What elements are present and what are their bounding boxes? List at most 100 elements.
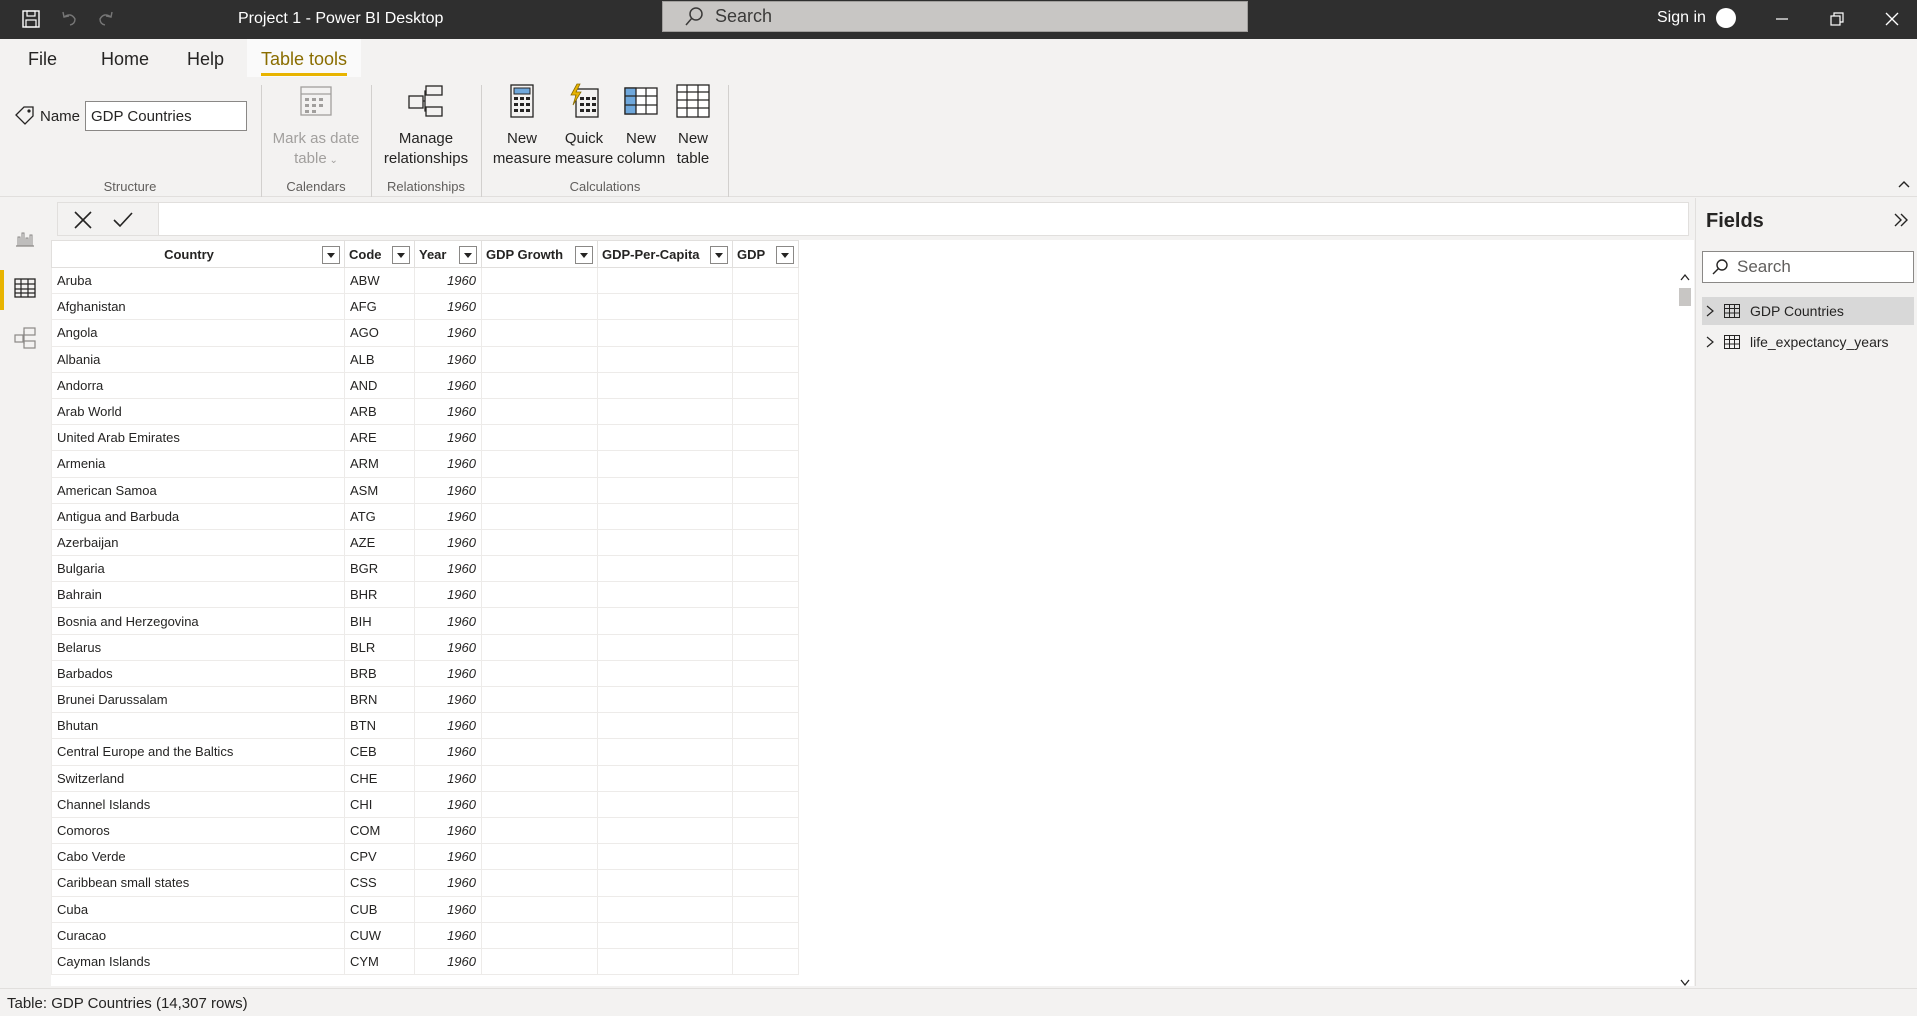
cell-code[interactable]: CUW — [344, 922, 415, 949]
cell-year[interactable]: 1960 — [414, 267, 482, 295]
cell-code[interactable]: CHE — [344, 765, 415, 792]
cell-gdp-per-capita[interactable] — [597, 372, 733, 399]
cell-year[interactable]: 1960 — [414, 398, 482, 426]
cell-year[interactable]: 1960 — [414, 791, 482, 818]
cell-gdp[interactable] — [732, 503, 799, 530]
cell-gdp-per-capita[interactable] — [597, 686, 733, 714]
collapse-ribbon-icon[interactable] — [1898, 176, 1910, 194]
table-row[interactable]: Cuba CUB 1960 — [51, 896, 799, 923]
cell-year[interactable]: 1960 — [414, 948, 482, 976]
field-table-gdp-countries[interactable]: GDP Countries — [1702, 297, 1914, 325]
cell-country[interactable]: Central Europe and the Baltics — [51, 738, 345, 766]
sign-in-link[interactable]: Sign in — [1657, 9, 1706, 27]
tab-file[interactable]: File — [28, 49, 57, 70]
field-table-life-expectancy[interactable]: life_expectancy_years — [1702, 328, 1914, 356]
table-row[interactable]: Arab World ARB 1960 — [51, 398, 799, 426]
cell-code[interactable]: BGR — [344, 555, 415, 583]
cell-code[interactable]: ABW — [344, 267, 415, 295]
cell-gdp-growth[interactable] — [481, 529, 598, 557]
cell-country[interactable]: Caribbean small states — [51, 869, 345, 897]
cell-country[interactable]: Switzerland — [51, 765, 345, 792]
cell-gdp[interactable] — [732, 267, 799, 295]
cell-code[interactable]: BRN — [344, 686, 415, 714]
mark-as-date-table-button[interactable]: Mark as date table ⌄ — [268, 83, 364, 171]
cell-code[interactable]: AND — [344, 372, 415, 399]
cell-code[interactable]: ARM — [344, 450, 415, 478]
cell-year[interactable]: 1960 — [414, 738, 482, 766]
cell-code[interactable]: COM — [344, 817, 415, 845]
table-name-input[interactable] — [85, 101, 247, 131]
tab-help[interactable]: Help — [187, 49, 224, 70]
cell-code[interactable]: ATG — [344, 503, 415, 530]
cell-gdp-growth[interactable] — [481, 424, 598, 452]
cell-gdp-growth[interactable] — [481, 922, 598, 949]
cell-year[interactable]: 1960 — [414, 293, 482, 321]
quick-measure-button[interactable]: Quick measure — [550, 83, 618, 169]
column-header-gdp-per-capita[interactable]: GDP-Per-Capita — [597, 240, 733, 268]
cell-year[interactable]: 1960 — [414, 922, 482, 949]
column-header-country[interactable]: Country — [51, 240, 345, 268]
cell-country[interactable]: Bhutan — [51, 712, 345, 740]
column-header-code[interactable]: Code — [344, 240, 415, 268]
cell-gdp-per-capita[interactable] — [597, 450, 733, 478]
cell-gdp-per-capita[interactable] — [597, 843, 733, 871]
table-row[interactable]: Aruba ABW 1960 — [51, 267, 799, 295]
table-row[interactable]: Bosnia and Herzegovina BIH 1960 — [51, 607, 799, 635]
cell-gdp-growth[interactable] — [481, 817, 598, 845]
table-row[interactable]: Curacao CUW 1960 — [51, 922, 799, 949]
cell-code[interactable]: AFG — [344, 293, 415, 321]
cell-gdp[interactable] — [732, 581, 799, 609]
cell-gdp[interactable] — [732, 712, 799, 740]
report-view-button[interactable] — [0, 220, 50, 260]
cell-gdp[interactable] — [732, 948, 799, 976]
table-row[interactable]: Bhutan BTN 1960 — [51, 712, 799, 740]
table-row[interactable]: Channel Islands CHI 1960 — [51, 791, 799, 818]
cell-year[interactable]: 1960 — [414, 424, 482, 452]
avatar[interactable] — [1716, 8, 1736, 28]
cell-year[interactable]: 1960 — [414, 529, 482, 557]
cell-gdp[interactable] — [732, 922, 799, 949]
cell-country[interactable]: Curacao — [51, 922, 345, 949]
cell-country[interactable]: Arab World — [51, 398, 345, 426]
cell-year[interactable]: 1960 — [414, 555, 482, 583]
cell-gdp-per-capita[interactable] — [597, 948, 733, 976]
cell-gdp-growth[interactable] — [481, 346, 598, 373]
data-view-button[interactable] — [0, 270, 50, 310]
tab-table-tools[interactable]: Table tools — [261, 49, 347, 70]
cell-year[interactable]: 1960 — [414, 634, 482, 661]
new-column-button[interactable]: New column — [612, 83, 670, 169]
cell-code[interactable]: CPV — [344, 843, 415, 871]
cell-country[interactable]: Andorra — [51, 372, 345, 399]
cell-year[interactable]: 1960 — [414, 765, 482, 792]
fields-search-input[interactable]: Search — [1702, 251, 1914, 283]
cell-year[interactable]: 1960 — [414, 319, 482, 347]
table-row[interactable]: Bahrain BHR 1960 — [51, 581, 799, 609]
cell-code[interactable]: CUB — [344, 896, 415, 923]
cell-gdp[interactable] — [732, 346, 799, 373]
cell-year[interactable]: 1960 — [414, 660, 482, 688]
cell-gdp-per-capita[interactable] — [597, 738, 733, 766]
cell-gdp[interactable] — [732, 843, 799, 871]
cell-gdp-growth[interactable] — [481, 450, 598, 478]
cell-code[interactable]: AGO — [344, 319, 415, 347]
cell-gdp-per-capita[interactable] — [597, 869, 733, 897]
cell-country[interactable]: Cayman Islands — [51, 948, 345, 976]
cell-gdp-growth[interactable] — [481, 948, 598, 976]
cell-gdp[interactable] — [732, 450, 799, 478]
cell-code[interactable]: BRB — [344, 660, 415, 688]
table-row[interactable]: American Samoa ASM 1960 — [51, 477, 799, 504]
cell-country[interactable]: Cabo Verde — [51, 843, 345, 871]
cell-gdp-growth[interactable] — [481, 686, 598, 714]
column-filter-dropdown[interactable] — [575, 246, 593, 264]
chevron-right-icon[interactable] — [1706, 305, 1722, 317]
cell-country[interactable]: Channel Islands — [51, 791, 345, 818]
table-row[interactable]: United Arab Emirates ARE 1960 — [51, 424, 799, 452]
cell-gdp-growth[interactable] — [481, 372, 598, 399]
cell-gdp-per-capita[interactable] — [597, 267, 733, 295]
cell-gdp[interactable] — [732, 660, 799, 688]
cell-gdp[interactable] — [732, 869, 799, 897]
cell-gdp-per-capita[interactable] — [597, 424, 733, 452]
cell-gdp[interactable] — [732, 686, 799, 714]
cell-year[interactable]: 1960 — [414, 607, 482, 635]
cell-code[interactable]: ARB — [344, 398, 415, 426]
